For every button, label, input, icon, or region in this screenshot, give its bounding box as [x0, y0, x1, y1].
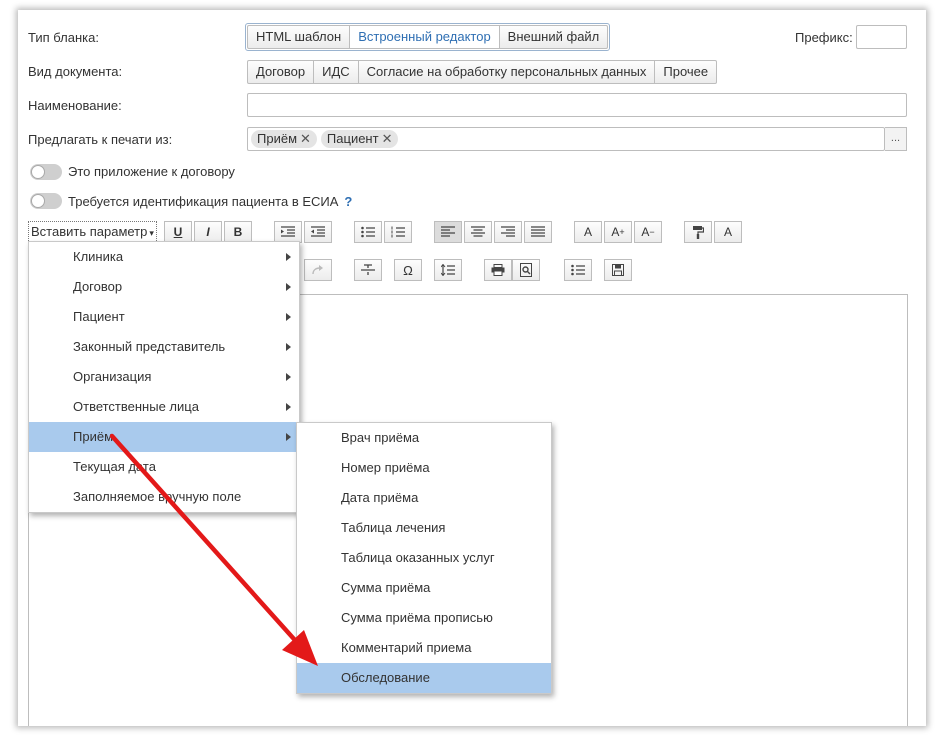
form-window: Тип бланка: HTML шаблон Встроенный редак…: [18, 10, 926, 726]
annotation-arrow-icon: [109, 433, 318, 666]
